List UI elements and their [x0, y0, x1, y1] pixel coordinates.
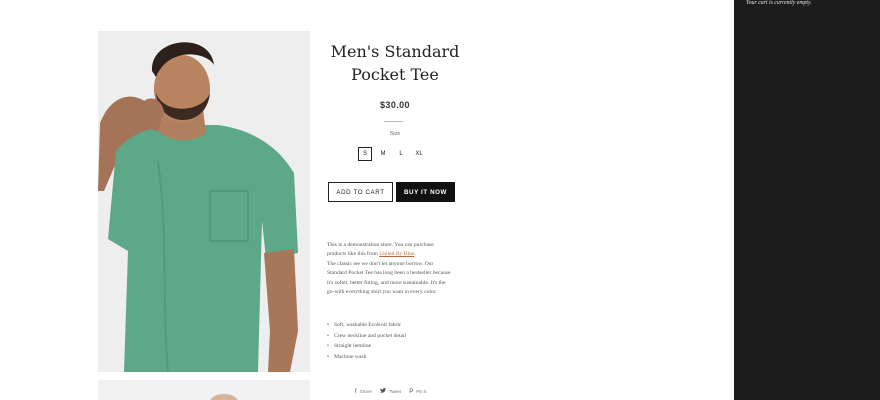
product-title-line1: Men's Standard [330, 42, 460, 61]
description-line: The classic tee we don't let anyone borr… [327, 260, 434, 267]
price-divider [384, 121, 403, 122]
cart-empty-message: Your cart is currently empty. [746, 0, 812, 6]
tweet-label: Tweet [388, 389, 402, 394]
facebook-icon: f [355, 388, 357, 395]
share-facebook-button[interactable]: f Share [355, 388, 372, 395]
feature-item: Crew neckline and pocket detail [327, 331, 467, 342]
size-option-xl[interactable]: XL [412, 147, 426, 161]
feature-item: Soft, washable EcoKnit fabric [327, 320, 467, 331]
description-line: go-with everything shirt you want in eve… [327, 289, 437, 296]
size-label: Size [389, 131, 401, 137]
cart-drawer: Your cart is currently empty. [734, 0, 880, 400]
size-option-l[interactable]: L [394, 147, 408, 161]
share-twitter-button[interactable]: Tweet [379, 388, 402, 395]
product-image-secondary[interactable] [98, 380, 310, 400]
product-photo [98, 31, 310, 372]
feature-item: Straight hemline [327, 341, 467, 352]
size-option-s[interactable]: S [358, 147, 372, 161]
product-photo-secondary [98, 380, 310, 400]
feature-item: Machine wash [327, 352, 467, 363]
description-line: Standard Pocket Tee has long been a best… [327, 270, 451, 277]
share-label: Share [359, 389, 372, 394]
product-title-line2: Pocket Tee [351, 65, 439, 84]
share-buttons: f Share Tweet P Pin it [355, 388, 426, 395]
product-description: This is a demonstration store. You can p… [327, 241, 467, 297]
description-line: . [414, 251, 416, 258]
product-image[interactable] [98, 31, 310, 372]
size-selector: S M L XL [358, 147, 426, 161]
description-line: This is a demonstration store. You can p… [327, 242, 434, 248]
pin-label: Pin it [416, 389, 427, 394]
united-by-blue-link[interactable]: United By Blue [379, 251, 414, 257]
description-line: it's softer, better fitting, and more su… [327, 279, 446, 286]
add-to-cart-button[interactable]: ADD TO CART [328, 182, 393, 202]
buy-it-now-button[interactable]: BUY IT NOW [396, 182, 455, 202]
pinterest-icon: P [409, 388, 414, 395]
share-pinterest-button[interactable]: P Pin it [409, 388, 426, 395]
description-line: products like this from [327, 251, 380, 258]
feature-list: Soft, washable EcoKnit fabric Crew neckl… [327, 320, 467, 362]
twitter-icon [379, 388, 386, 395]
size-option-m[interactable]: M [376, 147, 390, 161]
product-title: Men's Standard Pocket Tee [320, 40, 470, 86]
product-price: $30.00 [380, 100, 410, 110]
product-details: Men's Standard Pocket Tee $30.00 Size S … [320, 40, 470, 161]
